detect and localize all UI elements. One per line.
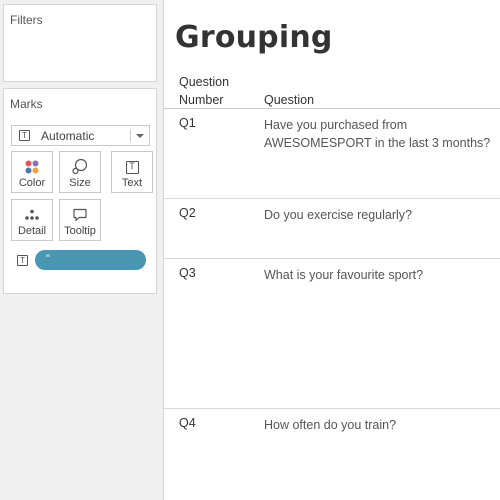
mark-type-dropdown[interactable]: T Automatic [11,125,150,146]
marks-title: Marks [10,97,43,111]
mark-type-value: Automatic [41,129,95,143]
text-button-label: Text [121,177,143,189]
filters-title: Filters [10,13,43,27]
dropdown-separator [130,129,131,142]
header-line-1: Question [179,75,230,89]
text-icon: T [125,160,139,174]
size-button[interactable]: Size [59,151,101,193]
text-mark-icon: T [19,130,30,141]
marks-card: Marks T Automatic Color Size T Text Deta… [3,88,157,294]
question-number-column-header[interactable]: Question Number [179,73,249,109]
question-number: Q4 [179,416,196,430]
filters-card[interactable]: Filters [3,4,157,82]
color-button-label: Color [18,177,46,189]
question-text: How often do you train? [264,418,397,432]
table-row[interactable]: Q1 Have you purchased from AWESOMESPORT … [164,109,500,199]
tooltip-bubble-icon [73,208,87,222]
table-row[interactable]: Q3 What is your favourite sport? [164,259,500,409]
tooltip-button-label: Tooltip [64,225,96,237]
color-dots-icon [25,160,39,174]
table-row[interactable]: Q4 How often do you train? [164,409,500,500]
worksheet: Grouping Question Number Question Q1 Hav… [163,0,500,500]
detail-button-label: Detail [17,225,47,237]
size-button-label: Size [69,177,91,189]
chevron-down-icon[interactable] [136,134,144,138]
text-shelf-icon: T [17,255,28,266]
color-button[interactable]: Color [11,151,53,193]
question-number: Q2 [179,206,196,220]
header-line-2: Number [179,93,224,107]
tooltip-button[interactable]: Tooltip [59,199,101,241]
question-number: Q3 [179,266,196,280]
question-text: What is your favourite sport? [264,268,424,282]
detail-button[interactable]: Detail [11,199,53,241]
detail-dots-icon [25,209,39,220]
left-pane: Filters Marks T Automatic Color Size T T… [0,0,160,500]
text-button[interactable]: T Text [111,151,153,193]
text-field-pill[interactable]: " [35,250,146,270]
question-number: Q1 [179,116,196,130]
size-bubbles-icon [72,158,88,175]
question-text: Have you purchased from AWESOMESPORT in … [264,118,491,150]
question-text: Do you exercise regularly? [264,208,412,222]
table-row[interactable]: Q2 Do you exercise regularly? [164,199,500,259]
question-column-header[interactable]: Question [264,91,314,109]
sheet-title: Grouping [175,20,333,55]
